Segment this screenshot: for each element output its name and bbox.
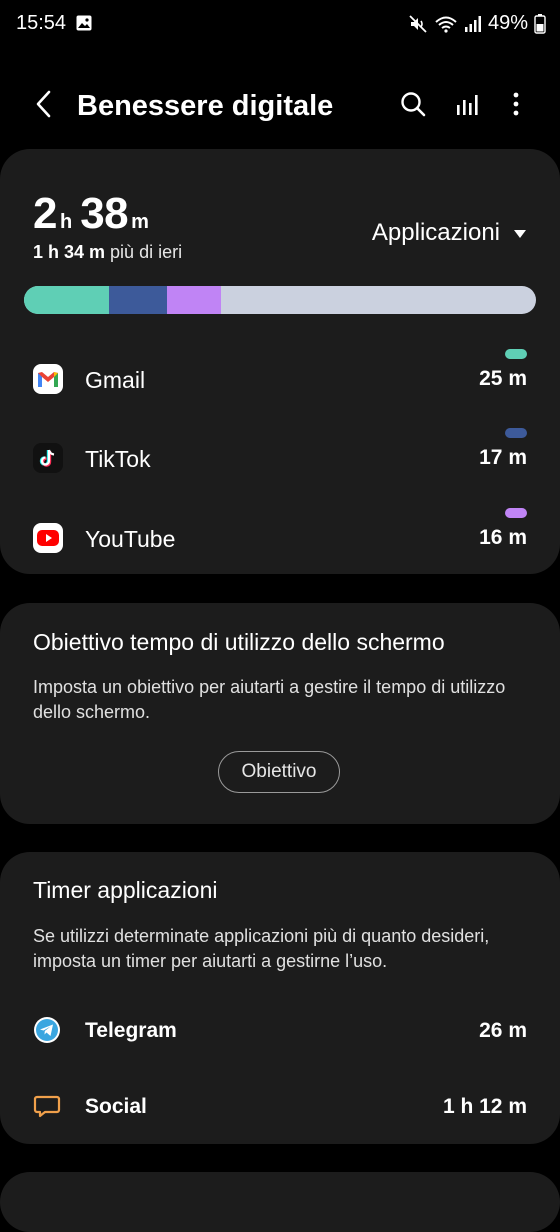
- app-row-tiktok[interactable]: TikTok 17 m: [0, 428, 560, 488]
- usage-summary-card: 2 h 38 m 1 h 34 m più di ieri Applicazioni …: [0, 149, 560, 574]
- compare-text: più di ieri: [105, 242, 183, 262]
- app-color-swatch: [505, 349, 527, 359]
- battery-text: 49%: [487, 12, 528, 34]
- screen-goal-card[interactable]: Obiettivo tempo di utilizzo dello scherm…: [0, 603, 560, 824]
- app-time: 16 m: [479, 526, 527, 549]
- usage-hours: 2: [33, 189, 57, 238]
- app-timers-title: Timer applicazioni: [33, 877, 218, 903]
- usage-minutes-unit: m: [131, 211, 149, 233]
- app-name: Gmail: [85, 367, 146, 393]
- next-card-partial[interactable]: [0, 1172, 560, 1232]
- usage-total-time: 2 h 38 m: [33, 189, 157, 239]
- timer-name: Telegram: [85, 1019, 177, 1042]
- screen-goal-title: Obiettivo tempo di utilizzo dello scherm…: [33, 629, 445, 655]
- status-bar: 15:54 49%: [0, 0, 560, 52]
- more-options-button[interactable]: [500, 90, 532, 122]
- chat-bubble-icon: [33, 1092, 61, 1120]
- back-icon: [34, 90, 52, 123]
- page-title: Benessere digitale: [77, 90, 334, 122]
- filter-dropdown[interactable]: Applicazioni: [372, 219, 500, 247]
- more-icon: [511, 91, 521, 122]
- usage-bar[interactable]: [24, 286, 536, 314]
- app-time: 25 m: [479, 367, 527, 390]
- dropdown-arrow-icon[interactable]: [513, 227, 527, 239]
- usage-bar-segment-tiktok: [108, 286, 167, 314]
- image-icon: [76, 15, 92, 31]
- timer-row-social[interactable]: Social 1 h 12 m: [0, 1082, 560, 1132]
- back-button[interactable]: [28, 88, 58, 124]
- goal-button[interactable]: Obiettivo: [218, 751, 340, 793]
- timer-time: 1 h 12 m: [442, 1095, 527, 1118]
- screen-goal-description: Imposta un obiettivo per aiutarti a gest…: [33, 677, 506, 722]
- usage-minutes: 38: [80, 189, 129, 238]
- usage-hours-unit: h: [59, 211, 73, 233]
- search-icon: [399, 90, 427, 123]
- search-button[interactable]: [397, 90, 429, 122]
- timer-time: 26 m: [479, 1019, 527, 1042]
- app-row-gmail[interactable]: Gmail 25 m: [0, 349, 560, 409]
- wifi-icon: [434, 14, 458, 34]
- app-name: TikTok: [85, 446, 151, 472]
- app-timers-card[interactable]: Timer applicazioni Se utilizzi determina…: [0, 852, 560, 1144]
- compare-amount: 1 h 34 m: [33, 242, 106, 262]
- signal-icon: [464, 14, 482, 34]
- status-time: 15:54: [16, 12, 67, 34]
- timer-name: Social: [85, 1095, 147, 1118]
- usage-bar-segment-youtube: [166, 286, 222, 314]
- battery-icon: [534, 13, 546, 34]
- app-name: YouTube: [85, 526, 176, 552]
- app-bar: Benessere digitale: [0, 80, 560, 132]
- stats-button[interactable]: [451, 90, 483, 122]
- app-time: 17 m: [479, 446, 527, 469]
- app-color-swatch: [505, 508, 527, 518]
- tiktok-icon: [33, 443, 63, 473]
- app-timers-description: Se utilizzi determinate applicazioni più…: [33, 926, 490, 971]
- usage-compare: 1 h 34 m più di ieri: [33, 242, 182, 263]
- app-row-youtube[interactable]: YouTube 16 m: [0, 508, 560, 568]
- mute-icon: [408, 14, 428, 34]
- usage-bar-segment-gmail: [24, 286, 109, 314]
- app-color-swatch: [505, 428, 527, 438]
- stats-icon: [454, 91, 480, 122]
- timer-row-telegram[interactable]: Telegram 26 m: [0, 1006, 560, 1056]
- youtube-icon: [33, 523, 63, 553]
- telegram-icon: [33, 1016, 61, 1044]
- gmail-icon: [33, 364, 63, 394]
